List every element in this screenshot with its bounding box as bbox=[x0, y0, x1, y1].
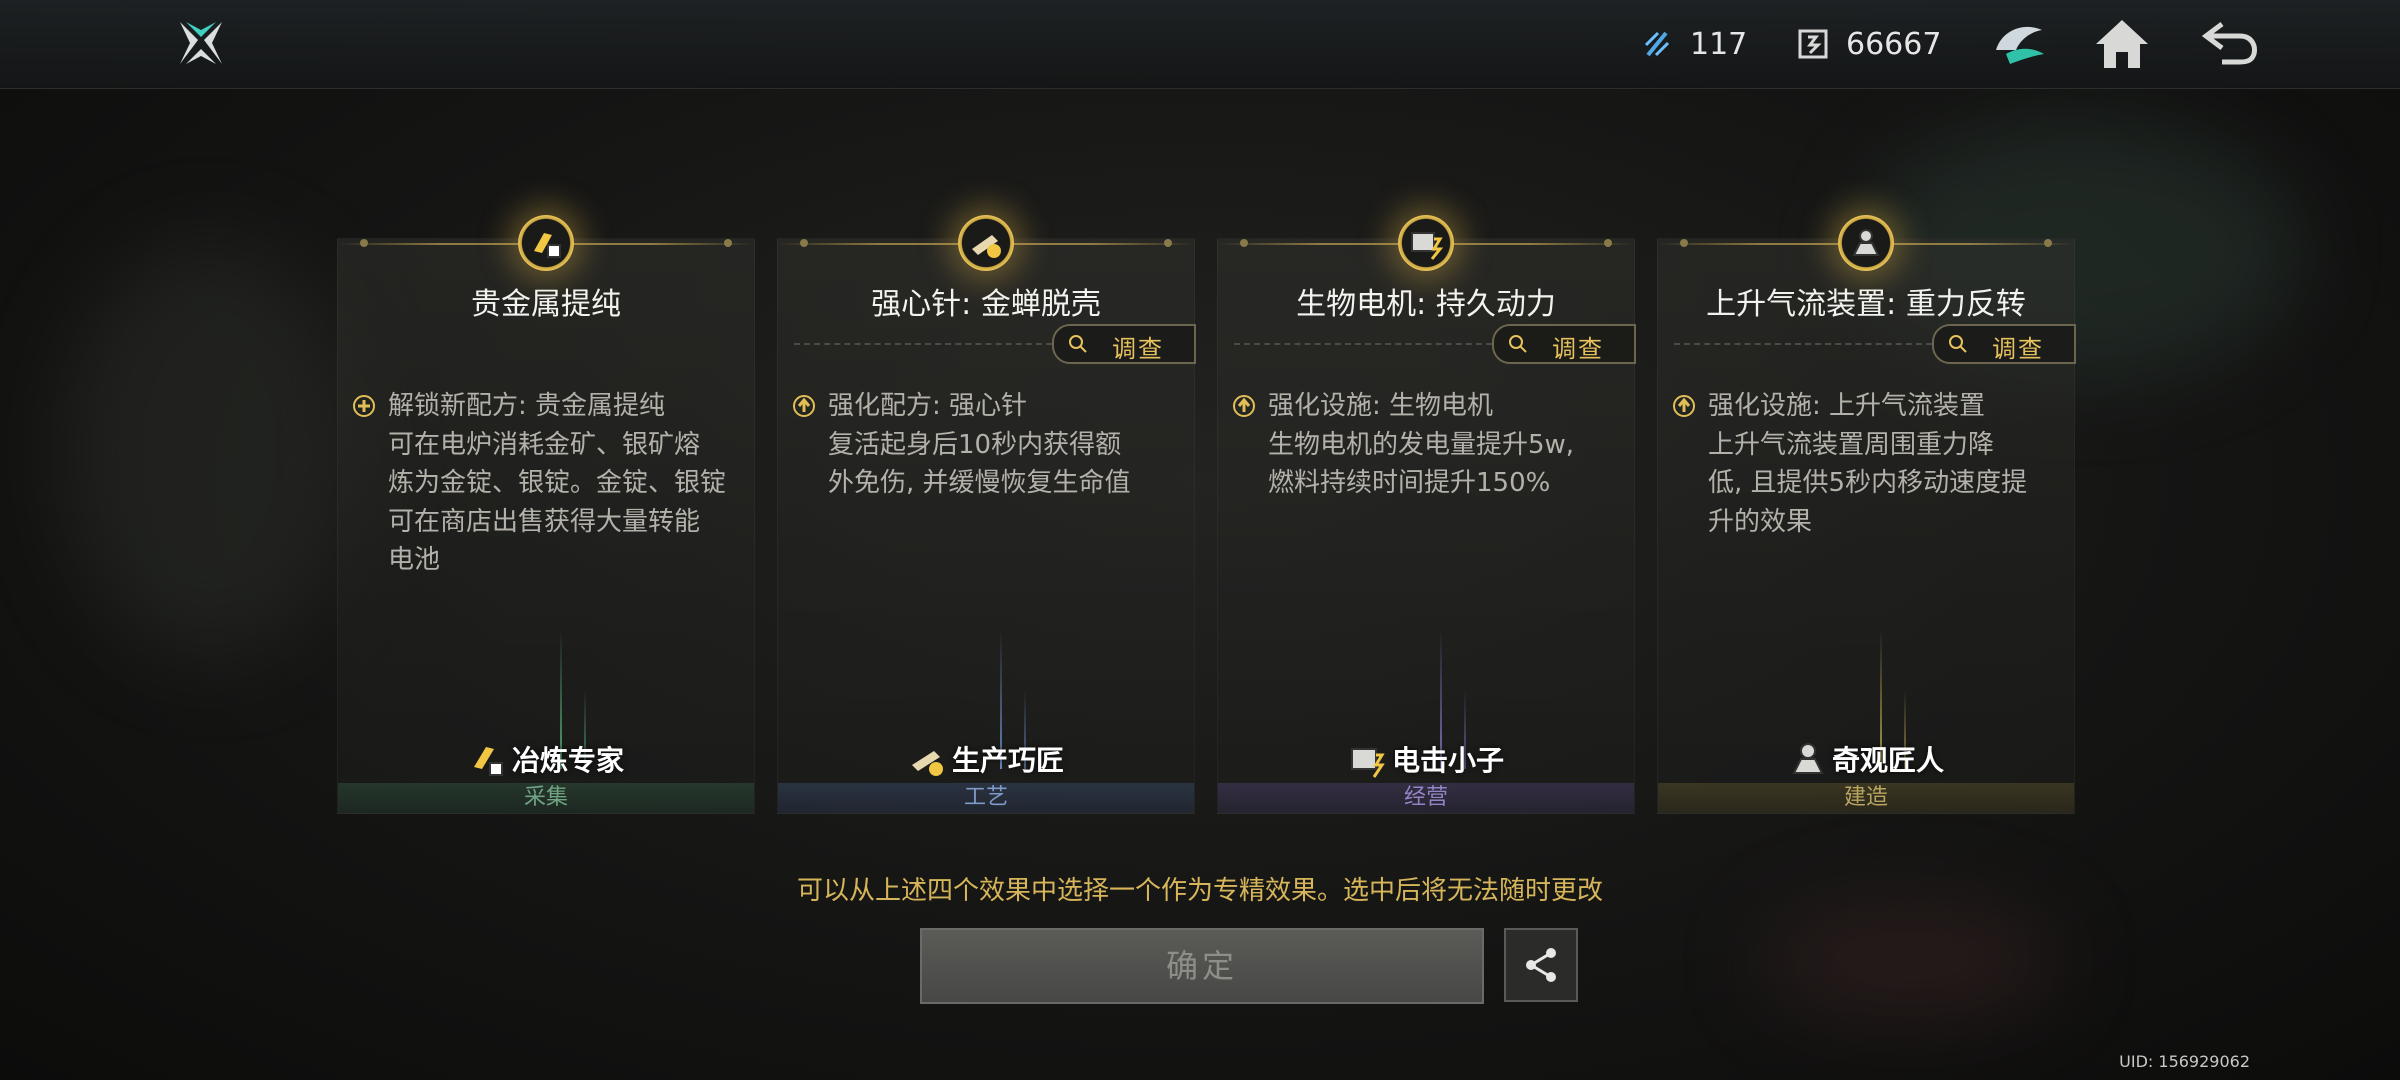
search-icon bbox=[1949, 335, 1967, 353]
arrow-up-circle-icon bbox=[793, 395, 815, 417]
role-name: 奇观匠人 bbox=[1658, 739, 2074, 779]
card-description: 强化设施: 上升气流装置 上升气流装置周围重力降 低, 且提供5秒内移动速度提 … bbox=[1672, 387, 2060, 541]
card-dot bbox=[2044, 239, 2052, 247]
role-name: 生产巧匠 bbox=[778, 739, 1194, 779]
desc-line: 低, 且提供5秒内移动速度提 bbox=[1708, 468, 2028, 498]
share-icon bbox=[1526, 948, 1556, 982]
category-label: 采集 bbox=[338, 783, 754, 813]
user-id: UID: 156929062 bbox=[2119, 1052, 2250, 1071]
card-description: 强化设施: 生物电机 生物电机的发电量提升5w, 燃料持续时间提升150% bbox=[1232, 387, 1620, 503]
home-icon[interactable] bbox=[2092, 14, 2152, 74]
card-title: 生物电机: 持久动力 bbox=[1296, 287, 1556, 322]
card-title: 上升气流装置: 重力反转 bbox=[1706, 287, 2026, 322]
role-name: 电击小子 bbox=[1218, 739, 1634, 779]
card-description: 强化配方: 强心针 复活起身后10秒内获得额 外免伤, 并缓慢恢复生命值 bbox=[792, 387, 1180, 503]
desc-line: 外免伤, 并缓慢恢复生命值 bbox=[828, 468, 1131, 498]
background-blur bbox=[1760, 900, 2060, 1020]
chip-count: 66667 bbox=[1846, 26, 1942, 62]
syringe-icon bbox=[972, 235, 1001, 258]
desc-head: 强化配方: 强心针 bbox=[828, 391, 1028, 421]
card-title: 贵金属提纯 bbox=[471, 287, 621, 322]
divider bbox=[1674, 343, 1932, 345]
generator-icon bbox=[1350, 748, 1385, 778]
search-icon bbox=[1509, 335, 1527, 353]
effect-card-adrenaline[interactable]: 强心针: 金蝉脱壳 调查 强化配方: 强心针 复活起身后10秒内获得额 外免伤,… bbox=[777, 215, 1196, 814]
plus-circle-icon bbox=[353, 395, 375, 417]
desc-line: 可在商店出售获得大量转能 bbox=[388, 506, 701, 537]
investigate-label: 调查 bbox=[1552, 335, 1604, 363]
divider bbox=[794, 343, 1052, 345]
desc-head: 强化设施: 生物电机 bbox=[1268, 391, 1494, 421]
card-dot bbox=[1680, 239, 1688, 247]
chip-coin-icon bbox=[1798, 29, 1828, 59]
desc-line: 燃料持续时间提升150% bbox=[1268, 468, 1551, 498]
category-label: 建造 bbox=[1658, 783, 2074, 813]
desc-line: 升的效果 bbox=[1708, 506, 1813, 537]
game-logo-icon[interactable] bbox=[176, 18, 226, 68]
share-button[interactable] bbox=[1504, 928, 1578, 1002]
card-description: 解锁新配方: 贵金属提纯 可在电炉消耗金矿、银矿熔 炼为金锭、银锭。金锭、银锭 … bbox=[352, 387, 740, 580]
card-dot bbox=[1604, 239, 1612, 247]
updraft-device-icon bbox=[1852, 229, 1880, 256]
confirm-button[interactable]: 确定 bbox=[920, 928, 1484, 1004]
investigate-label: 调查 bbox=[1112, 335, 1164, 363]
generator-icon bbox=[1411, 232, 1444, 260]
updraft-device-icon bbox=[1792, 743, 1824, 774]
effect-card-bio-motor[interactable]: 生物电机: 持久动力 调查 强化设施: 生物电机 生物电机的发电量提升5w, 燃… bbox=[1217, 215, 1636, 814]
card-medal bbox=[1398, 215, 1454, 271]
card-medal bbox=[958, 215, 1014, 271]
card-dot bbox=[1164, 239, 1172, 247]
background-blur bbox=[60, 240, 360, 660]
desc-line: 上升气流装置周围重力降 bbox=[1708, 429, 1995, 460]
arrow-up-circle-icon bbox=[1233, 395, 1255, 417]
selection-notice: 可以从上述四个效果中选择一个作为专精效果。选中后将无法随时更改 bbox=[796, 876, 1603, 906]
energy-crystal-icon bbox=[1644, 31, 1670, 57]
card-dot bbox=[1240, 239, 1248, 247]
divider bbox=[1234, 343, 1492, 345]
investigate-button[interactable]: 调查 bbox=[1052, 324, 1196, 364]
card-medal bbox=[518, 215, 574, 271]
card-title: 强心针: 金蝉脱壳 bbox=[871, 287, 1101, 322]
effect-card-precious-metal[interactable]: 贵金属提纯 解锁新配方: 贵金属提纯 可在电炉消耗金矿、银矿熔 炼为金锭、银锭。… bbox=[337, 215, 755, 814]
category-label: 工艺 bbox=[778, 783, 1194, 813]
syringe-icon bbox=[911, 751, 943, 776]
resource-energy: 117 bbox=[1640, 20, 1747, 68]
role-name: 冶炼专家 bbox=[338, 739, 754, 779]
desc-line: 复活起身后10秒内获得额 bbox=[828, 429, 1122, 460]
card-dot bbox=[800, 239, 808, 247]
desc-line: 电池 bbox=[388, 545, 441, 575]
arrow-up-circle-icon bbox=[1673, 395, 1695, 417]
search-icon bbox=[1069, 335, 1087, 353]
desc-line: 可在电炉消耗金矿、银矿熔 bbox=[388, 429, 701, 460]
investigate-label: 调查 bbox=[1992, 335, 2044, 363]
top-bar: 117 66667 bbox=[0, 0, 2400, 89]
card-dot bbox=[724, 239, 732, 247]
effect-card-updraft[interactable]: 上升气流装置: 重力反转 调查 强化设施: 上升气流装置 上升气流装置周围重力降… bbox=[1657, 215, 2076, 814]
faction-emblem-icon[interactable] bbox=[1990, 14, 2050, 74]
energy-count: 117 bbox=[1690, 26, 1748, 62]
card-medal bbox=[1838, 215, 1894, 271]
desc-head: 强化设施: 上升气流装置 bbox=[1708, 391, 1986, 421]
category-label: 经营 bbox=[1218, 783, 1634, 813]
gold-ingot-icon bbox=[473, 747, 503, 776]
desc-head: 解锁新配方: 贵金属提纯 bbox=[388, 391, 666, 421]
back-icon[interactable] bbox=[2200, 14, 2260, 74]
desc-line: 炼为金锭、银锭。金锭、银锭 bbox=[388, 468, 727, 498]
investigate-button[interactable]: 调查 bbox=[1932, 324, 2076, 364]
desc-line: 生物电机的发电量提升5w, bbox=[1268, 429, 1575, 460]
card-dot bbox=[360, 239, 368, 247]
gold-ingot-icon bbox=[534, 233, 561, 258]
investigate-button[interactable]: 调查 bbox=[1492, 324, 1636, 364]
resource-chips: 66667 bbox=[1796, 20, 1941, 68]
